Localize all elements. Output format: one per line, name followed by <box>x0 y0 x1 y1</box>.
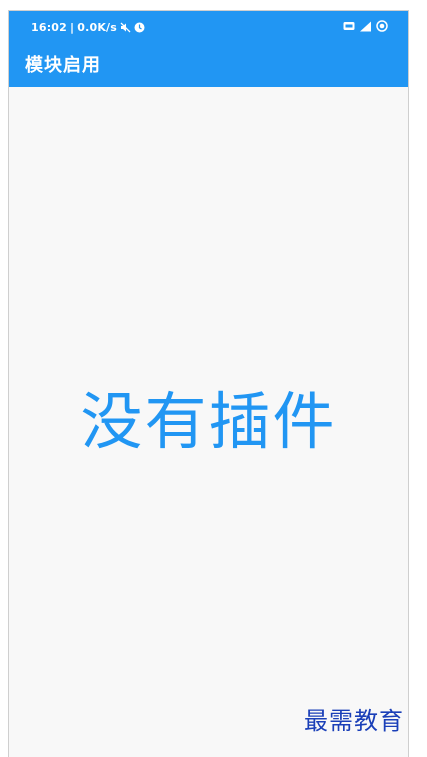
status-bar: 16:02 | 0.0K/s <box>9 11 408 41</box>
page-title: 模块启用 <box>25 55 101 76</box>
status-left: 16:02 | 0.0K/s <box>31 20 145 34</box>
battery-icon <box>376 20 388 32</box>
hd-icon <box>343 21 355 31</box>
status-time: 16:02 <box>31 20 68 34</box>
status-network-speed: 0.0K/s <box>77 20 118 34</box>
phone-screen: 16:02 | 0.0K/s 模块启用 没有插件 <box>8 10 409 757</box>
signal-icon <box>359 21 372 32</box>
app-bar: 16:02 | 0.0K/s 模块启用 <box>9 11 408 87</box>
status-right <box>343 19 388 33</box>
watermark-text: 最需教育 <box>304 707 404 735</box>
empty-state-message: 没有插件 <box>80 385 337 458</box>
status-separator: | <box>70 20 75 34</box>
alarm-icon <box>134 22 145 33</box>
mute-icon <box>120 22 131 33</box>
